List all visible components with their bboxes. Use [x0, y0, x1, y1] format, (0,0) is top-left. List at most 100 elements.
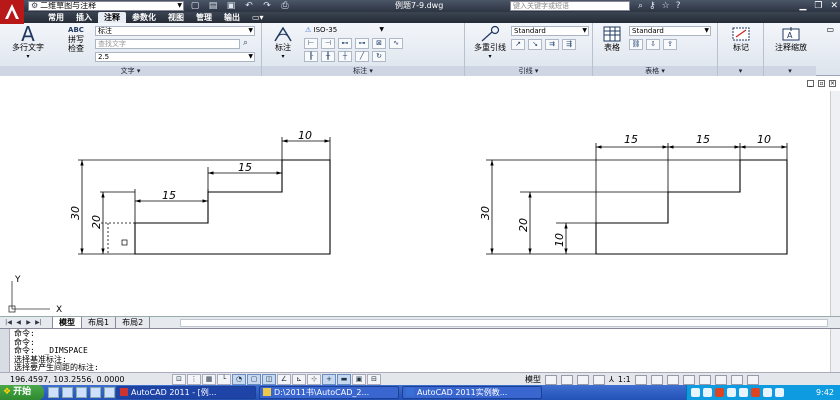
quicklaunch-ie-icon[interactable]: [48, 387, 59, 398]
quick-view-drawings-icon[interactable]: [561, 374, 573, 385]
close-icon[interactable]: ✕: [830, 0, 838, 12]
dim-style-select[interactable]: ⚠ ISO-35 ▼: [303, 26, 385, 36]
dim-oblique-icon[interactable]: ╱: [355, 51, 369, 62]
lock-icon[interactable]: [682, 374, 695, 385]
tab-output[interactable]: 输出: [218, 12, 246, 23]
object-snap-toggle[interactable]: ▢: [247, 374, 261, 385]
tray-usb-icon[interactable]: [775, 388, 784, 397]
leader-style-select[interactable]: Standard ▼: [511, 26, 589, 36]
find-replace-icon[interactable]: ⌕: [243, 38, 248, 48]
annotation-visibility-icon[interactable]: [634, 374, 647, 385]
leader-panel-title[interactable]: 引线 ▾: [465, 66, 592, 76]
align-leader-icon[interactable]: ⇉: [545, 39, 559, 50]
dynamic-input-toggle[interactable]: ⊹: [307, 374, 321, 385]
workspace-switch-icon[interactable]: [666, 374, 679, 385]
taskbar-item-autocad[interactable]: AutoCAD 2011 - [例...: [116, 386, 256, 399]
model-space-label[interactable]: 模型: [525, 374, 541, 385]
quicklaunch-folder-icon[interactable]: [62, 387, 73, 398]
viewport-close-icon[interactable]: ×: [829, 80, 836, 87]
tray-security-icon[interactable]: [751, 388, 760, 397]
table-button[interactable]: 表格: [597, 25, 627, 52]
dimension-button[interactable]: 标注 ▾: [266, 25, 300, 61]
dim-continue-icon[interactable]: ╟: [304, 51, 318, 62]
last-layout-icon[interactable]: ▶|: [34, 318, 43, 327]
next-layout-icon[interactable]: ▶: [24, 318, 33, 327]
key-icon[interactable]: ⚷: [649, 0, 656, 12]
dim-jog-icon[interactable]: ∿: [389, 38, 403, 49]
object-snap-tracking-toggle[interactable]: ∠: [277, 374, 291, 385]
find-text-input[interactable]: 查找文字: [95, 39, 240, 49]
tray-antivirus-icon[interactable]: [715, 388, 724, 397]
dim-space-icon[interactable]: ⊶: [355, 38, 369, 49]
vertical-scrollbar[interactable]: [830, 91, 840, 316]
ortho-mode-toggle[interactable]: └: [217, 374, 231, 385]
dim-break-icon[interactable]: ⊣: [321, 38, 335, 49]
command-scrollbar[interactable]: [830, 329, 840, 373]
clock[interactable]: 9:42: [816, 385, 834, 400]
search-icon[interactable]: ⌕: [638, 0, 643, 12]
tab-parametric[interactable]: 参数化: [126, 12, 162, 23]
tray-network-icon[interactable]: [691, 388, 700, 397]
isolate-objects-icon[interactable]: [714, 374, 727, 385]
taskbar-item-folder[interactable]: D:\2011书\AutoCAD_2...: [259, 386, 399, 399]
snap-mode-toggle[interactable]: ⋮: [187, 374, 201, 385]
text-panel-title[interactable]: 文字 ▾: [0, 66, 261, 76]
quick-properties-toggle[interactable]: ▣: [352, 374, 366, 385]
ribbon-options-icon[interactable]: ▭▾: [246, 12, 270, 23]
multileader-button[interactable]: 多重引线 ▾: [469, 25, 511, 61]
text-style-select[interactable]: 标注 ▼: [95, 26, 255, 36]
first-layout-icon[interactable]: |◀: [4, 318, 13, 327]
hardware-accel-icon[interactable]: [698, 374, 711, 385]
annotation-scaling-button[interactable]: A 注释缩放: [768, 25, 814, 52]
help-icon[interactable]: ?: [676, 0, 681, 12]
quick-view-layouts-icon[interactable]: [545, 374, 557, 385]
tab-view[interactable]: 视图: [162, 12, 190, 23]
undo-icon[interactable]: ↶: [242, 1, 256, 11]
3d-object-snap-toggle[interactable]: ◫: [262, 374, 276, 385]
tab-home[interactable]: 常用: [42, 12, 70, 23]
lineweight-toggle[interactable]: +: [322, 374, 336, 385]
table-export-icon[interactable]: ⇪: [663, 39, 677, 50]
spell-check-button[interactable]: ABC 拼写 检查: [60, 25, 92, 53]
ribbon-minimize-icon[interactable]: ▭: [826, 25, 834, 34]
dim-inspect-icon[interactable]: ⊠: [372, 38, 386, 49]
status-menu-icon[interactable]: [730, 374, 743, 385]
markup-panel-title[interactable]: ▾: [718, 66, 763, 76]
dim-baseline-icon[interactable]: ⊷: [338, 38, 352, 49]
tab-annotate[interactable]: 注释: [98, 12, 126, 23]
table-style-select[interactable]: Standard ▼: [629, 26, 711, 36]
auto-scale-icon[interactable]: [650, 374, 663, 385]
pan-icon[interactable]: [577, 374, 589, 385]
minimize-icon[interactable]: ▁: [799, 0, 806, 12]
autocad-logo-icon[interactable]: [0, 0, 24, 24]
transparency-toggle[interactable]: ▬: [337, 374, 351, 385]
redo-icon[interactable]: ↷: [260, 1, 274, 11]
selection-cycling-toggle[interactable]: ⊟: [367, 374, 381, 385]
grid-display-toggle[interactable]: ▦: [202, 374, 216, 385]
restore-icon[interactable]: ❐: [814, 0, 822, 12]
multiline-text-button[interactable]: A 多行文字 ▾: [6, 24, 50, 61]
clean-screen-icon[interactable]: [746, 374, 759, 385]
command-window-grip[interactable]: [0, 329, 10, 373]
dim-tolerance-icon[interactable]: ╫: [321, 51, 335, 62]
star-icon[interactable]: ☆: [662, 0, 670, 12]
table-link-icon[interactable]: ⛓: [629, 39, 643, 50]
tray-update-icon[interactable]: [739, 388, 748, 397]
polar-tracking-toggle[interactable]: ◔: [232, 374, 246, 385]
markup-button[interactable]: 标记: [722, 25, 760, 52]
tab-insert[interactable]: 插入: [70, 12, 98, 23]
help-search-input[interactable]: 键入关键字或短语: [510, 1, 630, 11]
quicklaunch-word-icon[interactable]: [104, 387, 115, 398]
workspace-dropdown[interactable]: ⚙ 二维草图与注释 ▼: [28, 1, 184, 11]
allow-ucs-toggle[interactable]: ⊾: [292, 374, 306, 385]
print-icon[interactable]: ⎙: [278, 1, 292, 11]
quicklaunch-desktop-icon[interactable]: [90, 387, 101, 398]
annotation-scaling-panel-title[interactable]: ▾: [764, 66, 816, 76]
text-height-select[interactable]: 2.5 ▼: [95, 52, 255, 62]
collect-leader-icon[interactable]: ⇶: [562, 39, 576, 50]
horizontal-scrollbar[interactable]: [180, 319, 828, 327]
dim-linear-icon[interactable]: ⊢: [304, 38, 318, 49]
annotation-scale-value[interactable]: 1:1: [618, 375, 631, 384]
save-icon[interactable]: ▣: [224, 1, 238, 11]
tab-manage[interactable]: 管理: [190, 12, 218, 23]
